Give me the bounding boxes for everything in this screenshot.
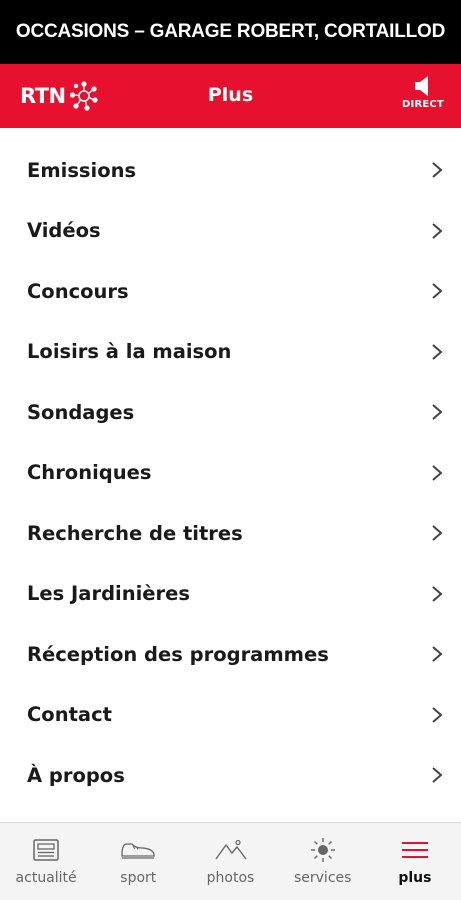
tab-label: photos bbox=[206, 870, 255, 886]
menu-item-label: Recherche de titres bbox=[27, 521, 243, 545]
chevron-right-icon bbox=[432, 646, 443, 663]
menu-item-jardinieres[interactable]: Les Jardinières bbox=[0, 564, 461, 625]
hamburger-menu-icon bbox=[401, 842, 428, 858]
menu-item-label: Concours bbox=[27, 279, 129, 303]
tab-services[interactable]: services bbox=[277, 823, 369, 900]
tab-photos[interactable]: photos bbox=[184, 823, 276, 900]
menu-list: Emissions Vidéos Concours Loisirs à la m… bbox=[0, 128, 461, 806]
chevron-right-icon bbox=[432, 464, 443, 481]
menu-item-recherche-titres[interactable]: Recherche de titres bbox=[0, 503, 461, 564]
chevron-right-icon bbox=[432, 706, 443, 723]
ad-banner-text: OCCASIONS – GARAGE ROBERT, CORTAILLOD bbox=[15, 21, 446, 42]
menu-item-label: Sondages bbox=[27, 400, 135, 424]
tab-plus[interactable]: plus bbox=[369, 823, 461, 900]
tab-actualite[interactable]: actualité bbox=[0, 823, 92, 900]
chevron-right-icon bbox=[432, 222, 443, 239]
menu-item-label: Réception des programmes bbox=[27, 642, 329, 666]
menu-item-loisirs[interactable]: Loisirs à la maison bbox=[0, 322, 461, 383]
chevron-right-icon bbox=[432, 404, 443, 421]
menu-item-label: Contact bbox=[27, 703, 112, 727]
tab-label: services bbox=[293, 870, 352, 886]
tab-sport[interactable]: sport bbox=[92, 823, 184, 900]
chevron-right-icon bbox=[432, 343, 443, 360]
mountain-icon bbox=[214, 839, 247, 860]
tab-label: plus bbox=[398, 870, 432, 886]
direct-label: DIRECT bbox=[402, 99, 444, 110]
sneaker-icon bbox=[121, 843, 155, 859]
chevron-right-icon bbox=[432, 283, 443, 300]
menu-item-label: Chroniques bbox=[27, 461, 152, 485]
top-app-bar: RTN Plus DIRECT bbox=[0, 64, 461, 128]
menu-item-emissions[interactable]: Emissions bbox=[0, 140, 461, 201]
menu-item-label: Emissions bbox=[27, 158, 137, 182]
menu-item-label: Les Jardinières bbox=[27, 582, 190, 606]
sun-icon bbox=[310, 838, 335, 862]
chevron-right-icon bbox=[432, 585, 443, 602]
chevron-right-icon bbox=[432, 525, 443, 542]
menu-item-a-propos[interactable]: À propos bbox=[0, 745, 461, 806]
tab-label: sport bbox=[120, 870, 157, 886]
tab-label: actualité bbox=[15, 870, 77, 886]
menu-item-contact[interactable]: Contact bbox=[0, 685, 461, 746]
menu-item-label: À propos bbox=[27, 763, 125, 787]
page-title: Plus bbox=[207, 84, 254, 106]
chevron-right-icon bbox=[432, 162, 443, 179]
speaker-icon bbox=[415, 76, 428, 96]
menu-item-label: Vidéos bbox=[27, 219, 101, 243]
menu-item-sondages[interactable]: Sondages bbox=[0, 382, 461, 443]
direct-button[interactable]: DIRECT bbox=[399, 76, 447, 118]
bottom-tab-bar: actualité sport photos services plus bbox=[0, 822, 461, 900]
menu-item-reception[interactable]: Réception des programmes bbox=[0, 624, 461, 685]
menu-item-videos[interactable]: Vidéos bbox=[0, 201, 461, 262]
newspaper-icon bbox=[33, 839, 59, 861]
chevron-right-icon bbox=[432, 767, 443, 784]
menu-item-chroniques[interactable]: Chroniques bbox=[0, 443, 461, 504]
menu-item-label: Loisirs à la maison bbox=[27, 340, 232, 364]
ad-banner[interactable]: OCCASIONS – GARAGE ROBERT, CORTAILLOD bbox=[0, 0, 461, 64]
menu-item-concours[interactable]: Concours bbox=[0, 261, 461, 322]
